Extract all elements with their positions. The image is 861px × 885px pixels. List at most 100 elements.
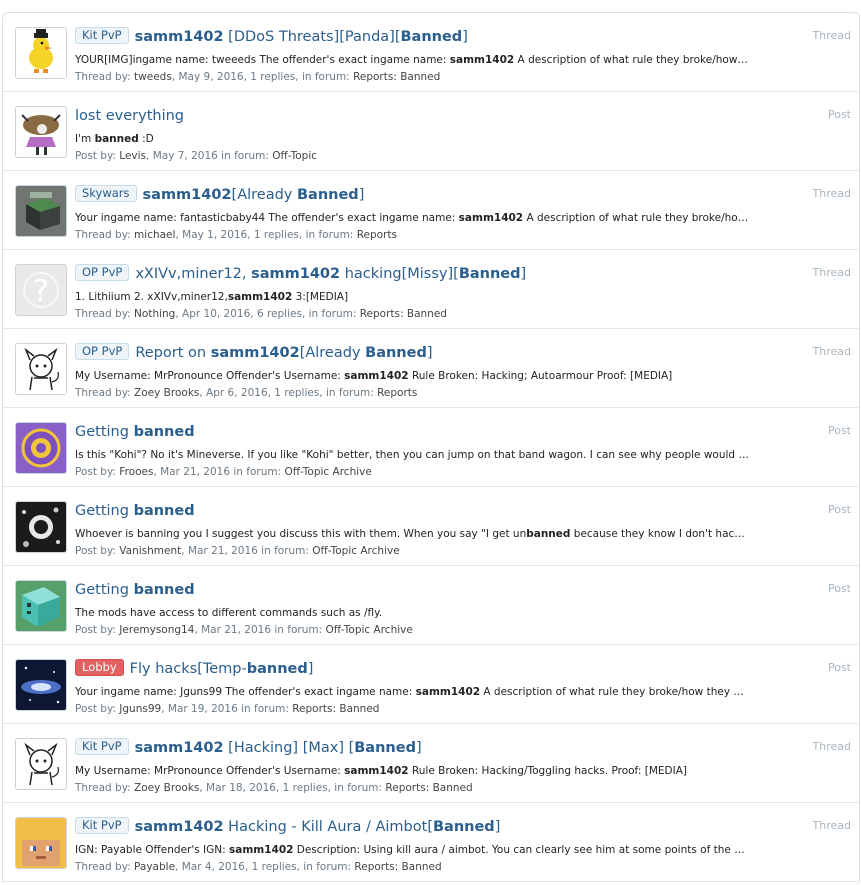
duck-avatar-icon[interactable] <box>15 27 67 79</box>
search-result-item[interactable]: Getting banned The mods have access to di… <box>3 566 859 645</box>
result-snippet: I'm banned :D <box>75 131 749 147</box>
result-title[interactable]: OP PvP xXIVv,miner12, samm1402 hacking[Mi… <box>75 264 749 285</box>
forum-link[interactable]: Reports: Banned <box>353 71 440 83</box>
result-snippet: 1. Lithiium 2. xXIVv,miner12,samm1402 3:… <box>75 289 749 305</box>
prefix-badge[interactable]: Kit PvP <box>75 817 129 834</box>
title-part: Hacking - Kill Aura / Aimbot[ <box>223 819 433 835</box>
forum-link[interactable]: Reports: Banned <box>292 703 379 715</box>
content-type-label: Thread <box>812 345 851 358</box>
dancer-avatar-icon[interactable] <box>15 106 67 158</box>
snippet-part: samm1402 <box>449 54 515 66</box>
title-part: banned <box>133 582 195 598</box>
search-result-item[interactable]: ? OP PvP xXIVv,miner12, samm1402 hacking[M… <box>3 250 859 329</box>
prefix-badge[interactable]: Skywars <box>75 185 137 202</box>
badge-avatar-icon[interactable] <box>15 422 67 474</box>
meta-details: , Apr 10, 2016, 6 replies, in forum: <box>175 308 360 320</box>
title-part: ] <box>494 819 501 835</box>
author-link[interactable]: Vanishment <box>119 545 181 557</box>
search-result-item[interactable]: Kit PvP samm1402 [Hacking] [Max] [Banned]… <box>3 724 859 803</box>
prefix-badge[interactable]: OP PvP <box>75 264 130 281</box>
snippet-part: banned <box>526 528 571 540</box>
forum-link[interactable]: Reports <box>377 387 417 399</box>
forum-link[interactable]: Reports: Banned <box>360 308 447 320</box>
result-title[interactable]: Skywars samm1402[Already Banned] <box>75 185 749 206</box>
meta-details: , May 7, 2016 in forum: <box>146 150 273 162</box>
snippet-part: Is this "Kohi"? No it's Mineverse. If yo… <box>75 449 749 461</box>
forum-link[interactable]: Reports: Banned <box>385 782 472 794</box>
result-title[interactable]: OP PvP Report on samm1402[Already Banned] <box>75 343 749 364</box>
title-part: Banned <box>458 266 521 282</box>
question-avatar-icon[interactable]: ? <box>15 264 67 316</box>
dark-avatar-icon[interactable] <box>15 501 67 553</box>
search-result-item[interactable]: Getting banned Whoever is banning you I s… <box>3 487 859 566</box>
title-part: [Already <box>299 345 366 361</box>
title-part: samm1402 <box>142 187 232 203</box>
title-part: samm1402 <box>134 29 224 45</box>
title-part: samm1402 <box>251 266 341 282</box>
forum-link[interactable]: Reports <box>357 229 397 241</box>
result-title[interactable]: Kit PvP samm1402 [DDoS Threats][Panda][Ba… <box>75 27 749 48</box>
pixel-face-avatar-icon[interactable] <box>15 817 67 869</box>
snippet-part: Description: Using kill aura / aimbot. Y… <box>296 844 749 856</box>
snippet-part: A description of what rule they broke/ho… <box>526 212 749 224</box>
search-result-item[interactable]: Kit PvP samm1402 Hacking - Kill Aura / Ai… <box>3 803 859 882</box>
svg-text:?: ? <box>33 274 49 309</box>
sketch-avatar-icon[interactable] <box>15 343 67 395</box>
galaxy-avatar-icon[interactable] <box>15 659 67 711</box>
title-part: ] <box>307 661 314 677</box>
author-link[interactable]: Frooes <box>119 466 153 478</box>
result-title[interactable]: lost everything <box>75 106 749 127</box>
result-meta: Post by: Levis, May 7, 2016 in forum: Of… <box>75 148 749 164</box>
author-link[interactable]: Payable <box>134 861 175 873</box>
author-link[interactable]: Jeremysong14 <box>119 624 194 636</box>
snippet-part: samm1402 <box>229 844 294 856</box>
meta-details: , Mar 18, 2016, 1 replies, in forum: <box>199 782 386 794</box>
search-result-item[interactable]: lost everything I'm banned :D Post by: Lev… <box>3 92 859 171</box>
title-part: [Already <box>231 187 297 203</box>
author-link[interactable]: Zoey Brooks <box>134 782 199 794</box>
forum-link[interactable]: Off-Topic Archive <box>325 624 412 636</box>
meta-kind: Thread by: <box>75 71 135 83</box>
title-part: Fly hacks[Temp- <box>129 661 247 677</box>
result-meta: Post by: Frooes, Mar 21, 2016 in forum: … <box>75 464 749 480</box>
prefix-badge[interactable]: Kit PvP <box>75 27 129 44</box>
search-result-item[interactable]: Getting banned Is this "Kohi"? No it's Mi… <box>3 408 859 487</box>
forum-link[interactable]: Off-Topic Archive <box>284 466 371 478</box>
prefix-badge[interactable]: OP PvP <box>75 343 130 360</box>
forum-link[interactable]: Reports: Banned <box>354 861 441 873</box>
prefix-badge[interactable]: Kit PvP <box>75 738 129 755</box>
author-link[interactable]: Nothing <box>134 308 175 320</box>
result-title[interactable]: Getting banned <box>75 580 749 601</box>
result-meta: Thread by: Zoey Brooks, Mar 18, 2016, 1 … <box>75 780 749 796</box>
author-link[interactable]: Levis <box>119 150 146 162</box>
snippet-part: My Username: MrPronounce Offender's User… <box>75 765 345 777</box>
meta-kind: Post by: <box>75 466 120 478</box>
snippet-part: :D <box>138 133 154 145</box>
title-part: samm1402 <box>210 345 300 361</box>
title-part: banned <box>246 661 308 677</box>
meta-details: , May 9, 2016, 1 replies, in forum: <box>171 71 354 83</box>
search-result-item[interactable]: Lobby Fly hacks[Temp-banned] Your ingame n… <box>3 645 859 724</box>
result-title[interactable]: Getting banned <box>75 422 749 443</box>
result-title[interactable]: Kit PvP samm1402 [Hacking] [Max] [Banned] <box>75 738 749 759</box>
result-title[interactable]: Getting banned <box>75 501 749 522</box>
sketch-avatar-icon[interactable] <box>15 738 67 790</box>
forum-link[interactable]: Off-Topic <box>272 150 317 162</box>
search-result-item[interactable]: Skywars samm1402[Already Banned] Your inga… <box>3 171 859 250</box>
snippet-part: A description of what rule they broke/ho… <box>517 54 749 66</box>
block-avatar-icon[interactable] <box>15 185 67 237</box>
prefix-badge[interactable]: Lobby <box>75 659 124 676</box>
author-link[interactable]: tweeds <box>134 71 172 83</box>
author-link[interactable]: Zoey Brooks <box>134 387 199 399</box>
author-link[interactable]: michael <box>134 229 175 241</box>
author-link[interactable]: Jguns99 <box>119 703 161 715</box>
result-title[interactable]: Kit PvP samm1402 Hacking - Kill Aura / Ai… <box>75 817 749 838</box>
forum-link[interactable]: Off-Topic Archive <box>312 545 399 557</box>
search-result-item[interactable]: Kit PvP samm1402 [DDoS Threats][Panda][Ba… <box>3 13 859 92</box>
title-part: Banned <box>296 187 359 203</box>
result-title[interactable]: Lobby Fly hacks[Temp-banned] <box>75 659 749 680</box>
search-result-item[interactable]: OP PvP Report on samm1402[Already Banned]… <box>3 329 859 408</box>
title-part: Banned <box>365 345 427 361</box>
title-part: banned <box>133 503 195 519</box>
teal-block-avatar-icon[interactable] <box>15 580 67 632</box>
